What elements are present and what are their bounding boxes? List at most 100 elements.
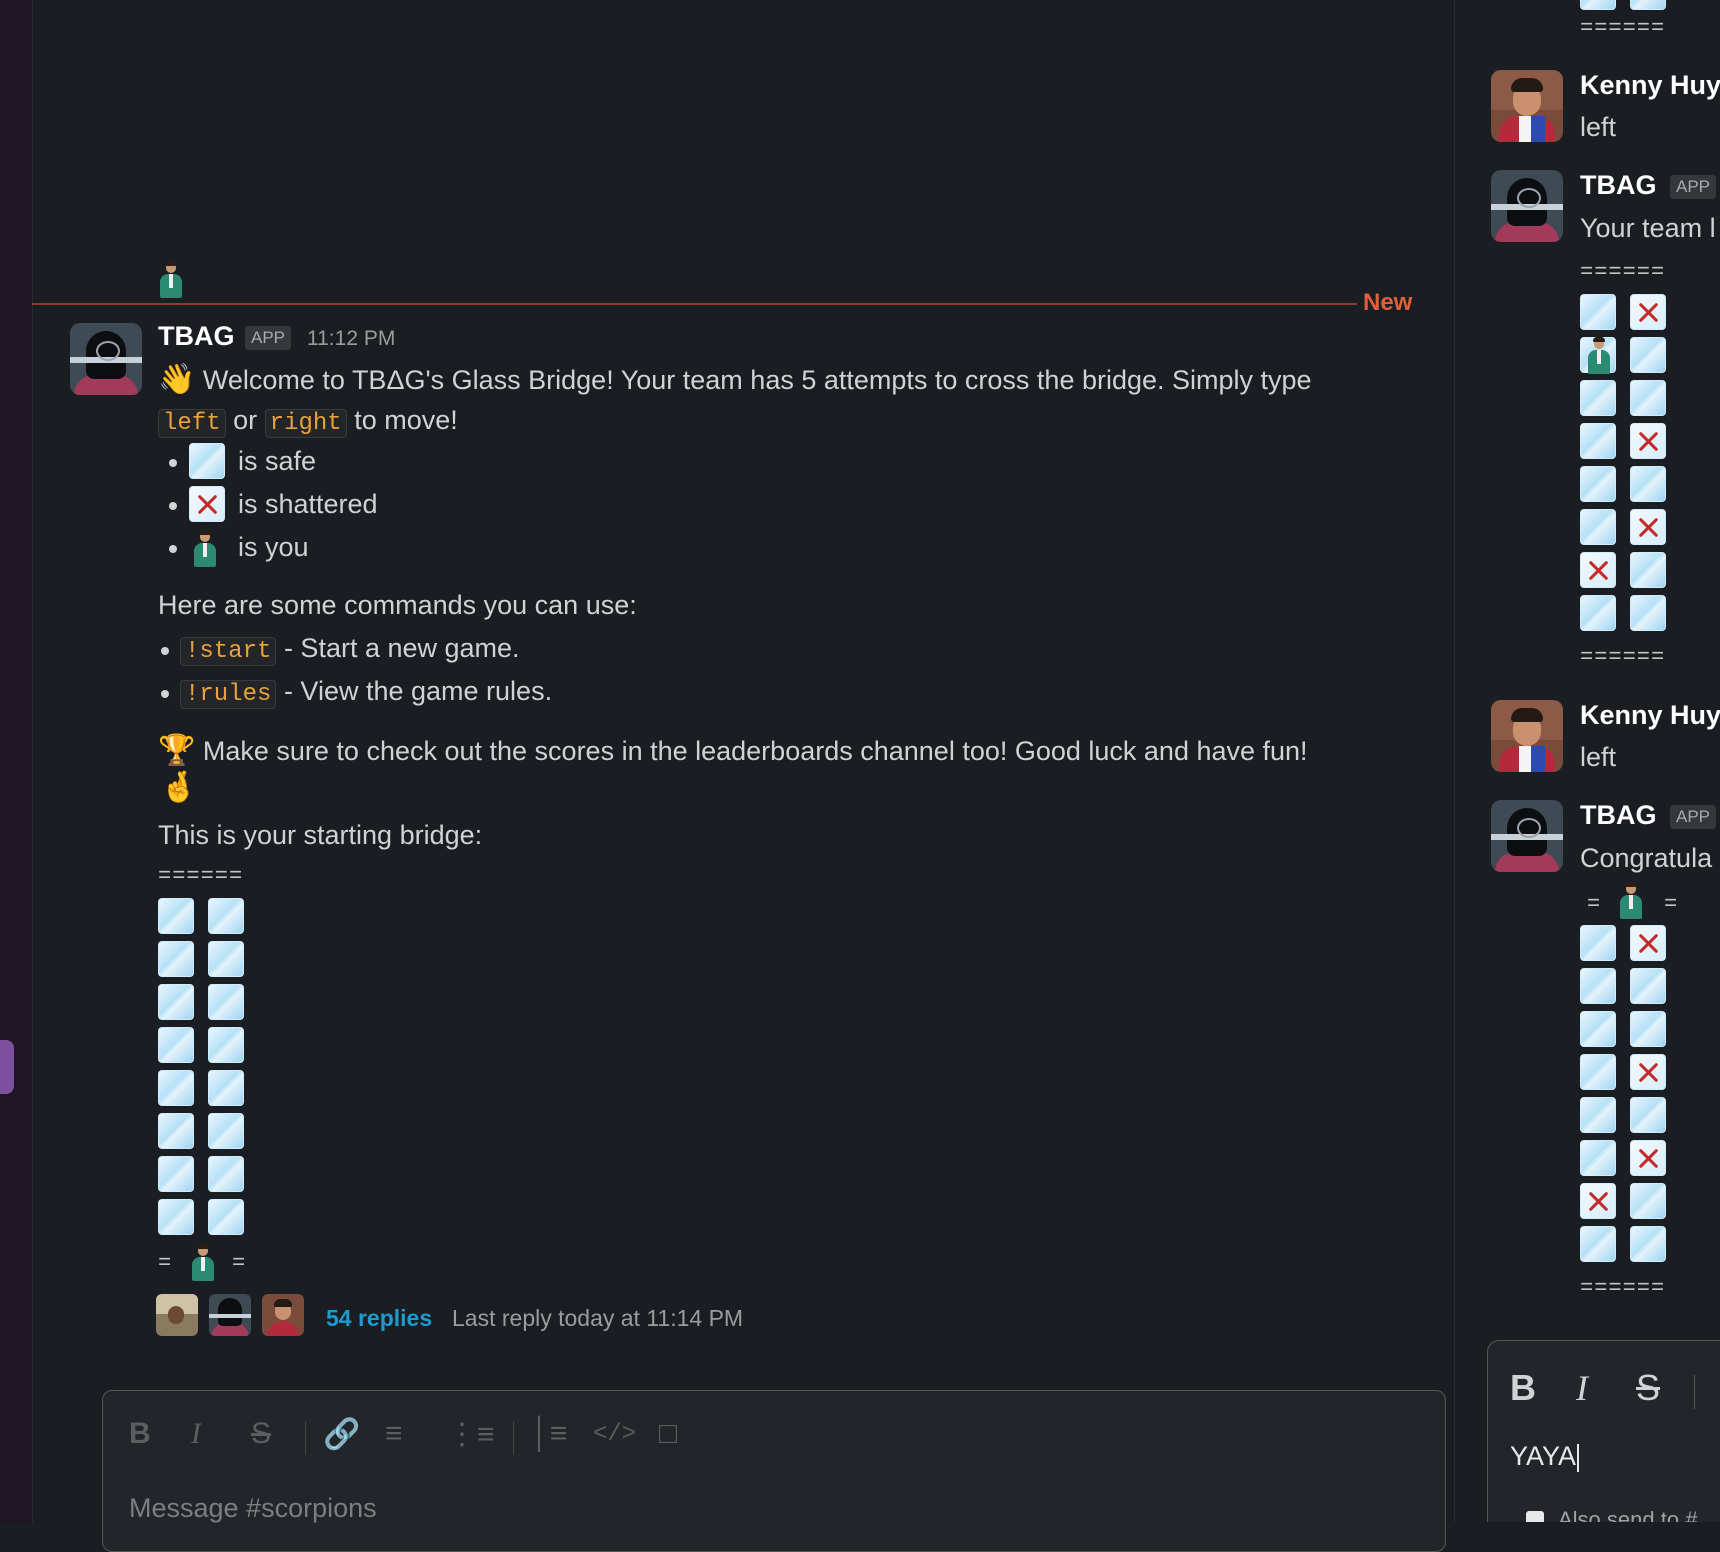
command-start-line: !start - Start a new game. [180,633,520,666]
safe-tile-icon [1630,466,1666,502]
shattered-tile-icon [1630,1140,1666,1176]
safe-tile-icon [1630,1011,1666,1047]
bridge-rail-left: = [1587,892,1602,917]
thread-replies-link[interactable]: 54 replies [326,1305,432,1332]
strike-icon[interactable]: S [251,1417,271,1451]
commands-intro: Here are some commands you can use: [158,590,637,620]
bold-icon[interactable]: B [1510,1367,1536,1409]
bullet [169,502,177,510]
reply-avatar[interactable] [156,1294,198,1336]
shattered-tile-icon [1630,509,1666,545]
safe-tile-icon [1630,968,1666,1004]
bold-icon[interactable]: B [129,1417,151,1451]
safe-tile-icon [1580,1011,1616,1047]
toolbar-separator [513,1421,514,1455]
or-text: or [233,405,258,435]
italic-icon[interactable]: I [1576,1367,1588,1409]
thread-reply-input[interactable]: YAYA [1510,1441,1580,1472]
reply-avatar[interactable] [209,1294,251,1336]
reply-avatar[interactable] [262,1294,304,1336]
text-caret [1577,1443,1580,1472]
scores-line: 🏆 Make sure to check out the scores in t… [158,733,1308,768]
code-icon[interactable]: </> [593,1421,636,1448]
bridge-bottom-left: = [158,1251,173,1276]
safe-tile-icon [1630,1097,1666,1133]
thread-message-author[interactable]: TBAG [1580,170,1657,201]
italic-icon[interactable]: I [191,1417,201,1451]
safe-tile-icon [208,984,244,1020]
safe-tile-icon [1630,595,1666,631]
ordered-list-icon[interactable]: ≡ [385,1417,403,1451]
shattered-tile-icon [1630,294,1666,330]
link-icon[interactable]: 🔗 [323,1417,360,1452]
code-block-icon[interactable]: □ [659,1417,677,1451]
safe-tile-icon [1580,1054,1616,1090]
blockquote-icon[interactable]: │≡ [531,1417,567,1451]
safe-tile-icon [208,1156,244,1192]
safe-tile-icon [1580,968,1616,1004]
bridge-rail: ====== [1580,260,1666,285]
safe-tile-icon [1580,1226,1616,1262]
safe-tile-icon [1630,0,1666,10]
bridge-bottom-right: = [232,1251,247,1276]
also-send-checkbox[interactable] [1526,1511,1544,1522]
app-badge: APP [1670,805,1717,829]
trophy-emoji: 🏆 [158,734,196,767]
bullet [161,690,169,698]
message-author[interactable]: TBAG [158,321,235,352]
safe-tile-icon [1580,423,1616,459]
new-messages-divider [32,303,1357,305]
bridge-rail: ====== [1580,645,1666,670]
player-icon [192,530,218,567]
thread-reply-composer[interactable]: B I S YAYA Also send to # [1487,1340,1720,1522]
shattered-tile-icon [1630,925,1666,961]
kenny-avatar[interactable] [1491,70,1563,142]
player-icon [1586,337,1612,374]
crossed-fingers-emoji: 🤞 [160,771,198,804]
shattered-tile-icon [1630,423,1666,459]
channel-main: New TBAG APP 11:12 PM 👋 Welcome to TBΔG'… [32,0,1454,1552]
workspace-rail [0,0,33,1522]
safe-tile-icon [208,1070,244,1106]
legend-safe-text: is safe [238,446,317,476]
safe-tile-icon [1630,1183,1666,1219]
rules-command-code: !rules [180,680,277,709]
safe-tile-icon [1630,1226,1666,1262]
message-composer[interactable]: B I S 🔗 ≡ ⋮≡ │≡ </> □ Message #scorpions [102,1390,1446,1552]
bridge-rail: ====== [1580,1276,1666,1301]
safe-tile-icon [208,1027,244,1063]
safe-tile-icon [1580,925,1616,961]
safe-tile-icon [158,898,194,934]
bridge-top-rail: ====== [158,864,244,889]
tbag-avatar[interactable] [70,323,142,395]
safe-tile-icon [1580,1140,1616,1176]
thread-last-reply: Last reply today at 11:14 PM [452,1305,744,1331]
thread-message-text: Congratula [1580,843,1713,873]
message-input[interactable]: Message #scorpions [129,1493,377,1524]
wave-emoji: 👋 [158,363,196,396]
bullet-list-icon[interactable]: ⋮≡ [447,1417,495,1452]
bridge-rail-right: = [1664,892,1679,917]
strike-icon[interactable]: S [1636,1367,1660,1409]
bridge-rail: ====== [1580,16,1666,41]
safe-tile-icon [1580,294,1616,330]
app-badge: APP [245,326,292,350]
kenny-avatar[interactable] [1491,700,1563,772]
safe-tile-icon [1630,380,1666,416]
tbag-avatar[interactable] [1491,800,1563,872]
safe-tile-icon [208,941,244,977]
thread-message-text: left [1580,742,1617,772]
thread-message-author[interactable]: Kenny Huy [1580,700,1720,731]
move-instructions: left or right to move! [158,405,458,438]
thread-message-author[interactable]: Kenny Huy [1580,70,1720,101]
safe-tile-icon [158,1027,194,1063]
thread-message-text: Your team l [1580,213,1716,243]
bullet [169,545,177,553]
message-timestamp[interactable]: 11:12 PM [307,327,395,351]
toolbar-separator [1694,1375,1695,1409]
safe-tile-icon [158,984,194,1020]
safe-tile-icon [1580,380,1616,416]
thread-message-author[interactable]: TBAG [1580,800,1657,831]
tbag-avatar[interactable] [1491,170,1563,242]
rules-command-desc: - View the game rules. [283,676,553,706]
